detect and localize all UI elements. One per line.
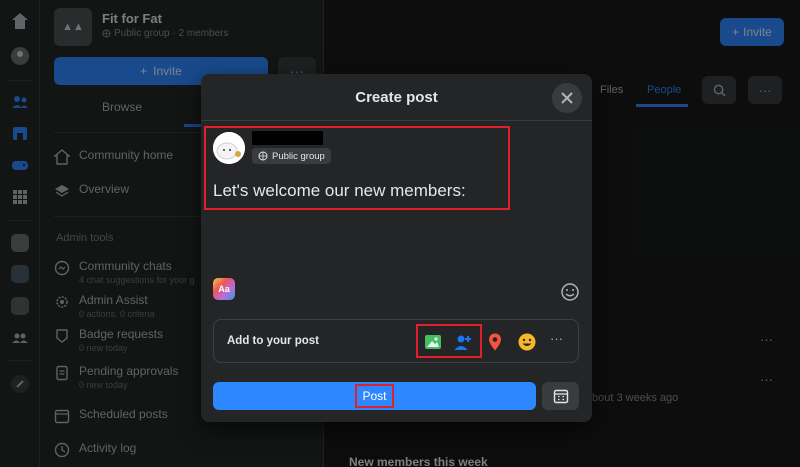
post-button-label: Post bbox=[355, 384, 394, 408]
dialog-divider bbox=[201, 120, 592, 121]
emoji-button[interactable] bbox=[560, 282, 580, 302]
calendar-icon bbox=[553, 389, 568, 404]
schedule-post-button[interactable] bbox=[542, 382, 579, 410]
location-icon bbox=[489, 333, 501, 351]
feeling-icon bbox=[518, 333, 536, 351]
dialog-title: Create post bbox=[355, 89, 438, 106]
close-icon bbox=[561, 92, 573, 104]
more-options-icon[interactable]: ··· bbox=[550, 331, 563, 346]
annotation-highlight-box bbox=[204, 126, 510, 210]
annotation-highlight-box bbox=[416, 324, 482, 358]
check-in-button[interactable] bbox=[484, 331, 506, 353]
emoji-icon bbox=[561, 283, 579, 301]
create-post-dialog: Create post Public group Let's welcome o… bbox=[201, 74, 592, 422]
close-button[interactable] bbox=[552, 83, 582, 113]
background-picker-button[interactable]: Aa bbox=[213, 278, 235, 300]
feeling-activity-button[interactable] bbox=[516, 331, 538, 353]
add-to-post-bar: Add to your post ··· bbox=[213, 319, 579, 363]
add-to-post-label: Add to your post bbox=[227, 335, 319, 347]
post-button[interactable]: Post bbox=[213, 382, 536, 410]
